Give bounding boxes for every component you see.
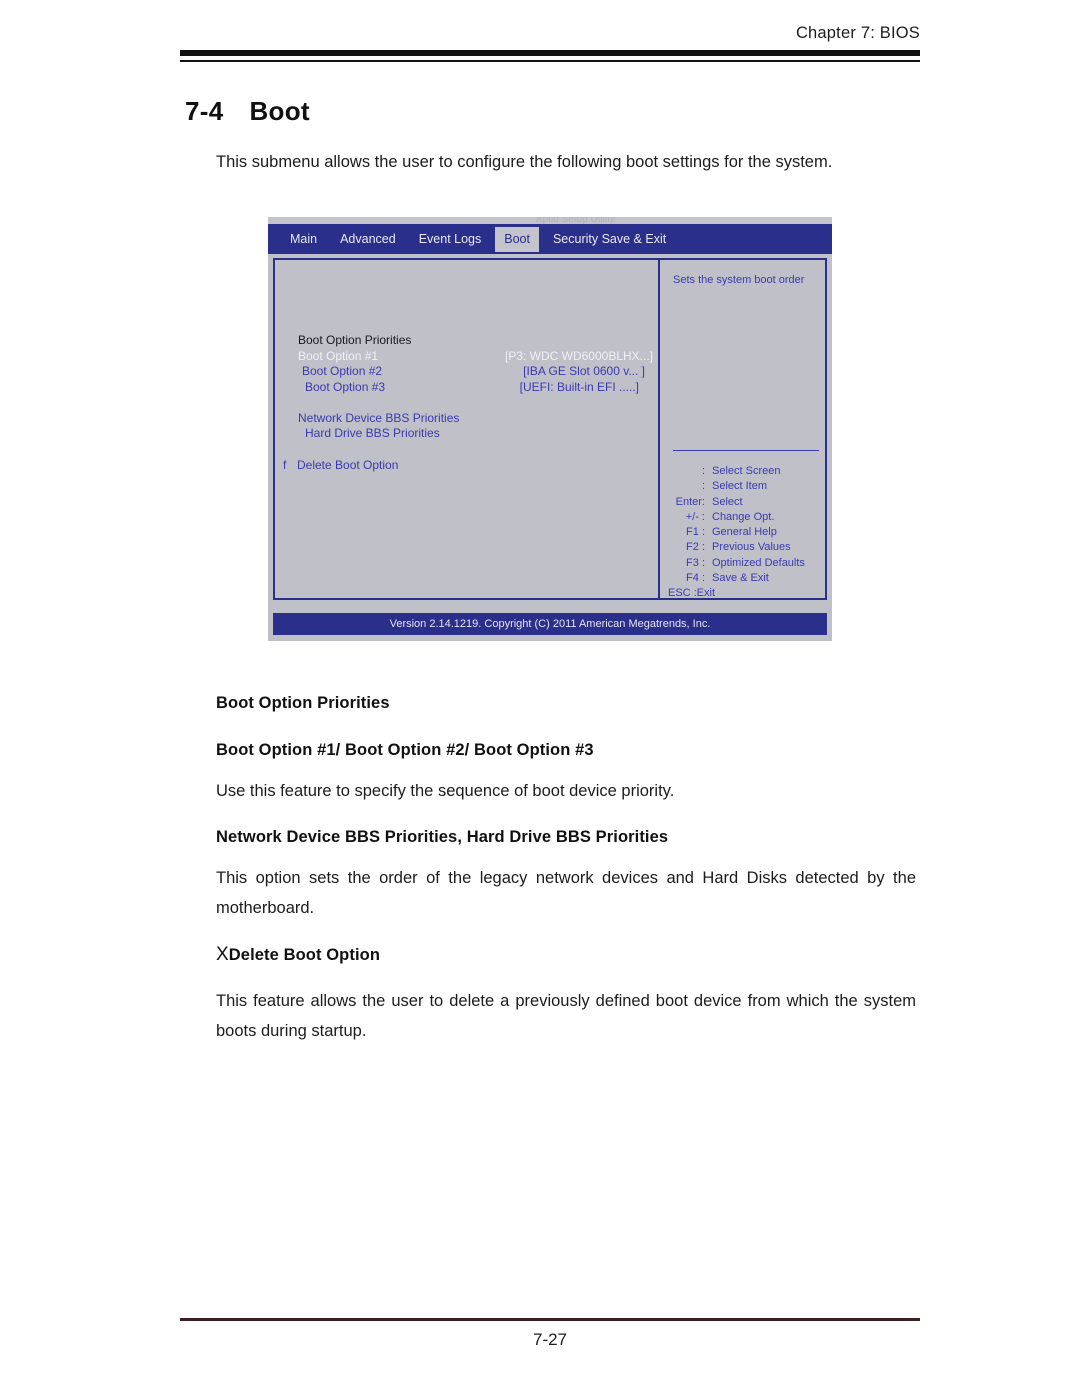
tab-main[interactable]: Main <box>281 228 326 250</box>
bullet-glyph-icon: X <box>216 944 229 965</box>
tab-event-logs[interactable]: Event Logs <box>410 228 491 250</box>
intro-paragraph: This submenu allows the user to configur… <box>216 153 833 171</box>
chapter-header: Chapter 7: BIOS <box>795 24 920 42</box>
heading-boot-option-priorities: Boot Option Priorities <box>216 694 390 712</box>
subheading-boot-options: Boot Option #1/ Boot Option #2/ Boot Opt… <box>216 741 594 759</box>
footer-rule <box>180 1318 920 1321</box>
delete-boot-option-item[interactable]: f Delete Boot Option <box>283 458 398 472</box>
key-row-f1: F1 : General Help <box>686 526 777 539</box>
help-divider <box>673 450 819 451</box>
section-number: 7-4 <box>185 96 224 126</box>
page-title: 7-4 Boot <box>185 96 310 127</box>
header-rule-thick <box>180 50 920 56</box>
boot-option-list: Boot Option Priorities Boot Option #1 [P… <box>298 333 653 442</box>
bios-menu-bar: Main Advanced Event Logs Boot Security S… <box>268 224 832 254</box>
bios-screenshot: Aptio Setup Utility Main Advanced Event … <box>268 217 832 641</box>
paragraph-bbs-priorities: This option sets the order of the legacy… <box>216 869 916 917</box>
bios-help-pane: Sets the system boot order : Select Scre… <box>660 260 825 599</box>
submenu-hard-drive-bbs[interactable]: Hard Drive BBS Priorities <box>298 426 653 442</box>
key-row-f4: F4 : Save & Exit <box>686 572 769 585</box>
bios-settings-pane: Boot Option Priorities Boot Option #1 [P… <box>275 260 660 598</box>
boot-option-row-1[interactable]: Boot Option #1 [P3: WDC WD6000BLHX...] <box>298 349 653 365</box>
key-row-select-screen: : Select Screen <box>701 465 781 477</box>
row-spacer <box>298 395 653 411</box>
paragraph-delete-boot-option: This feature allows the user to delete a… <box>216 992 916 1040</box>
key-row-select-item: : Select Item <box>701 480 768 493</box>
key-row-enter: Enter: Select <box>675 495 743 508</box>
key-row-f3: F3 : Optimized Defaults <box>686 556 805 569</box>
section-delete-boot-option: XDelete Boot Option This feature allows … <box>216 944 922 1046</box>
tab-security-save-exit[interactable]: Security Save & Exit <box>544 228 675 250</box>
bios-ghost-strip: Aptio Setup Utility <box>268 217 832 225</box>
boot-option-2-label: Boot Option #2 <box>302 364 383 378</box>
section-title-text: Boot <box>249 96 310 126</box>
paragraph-boot-options: Use this feature to specify the sequence… <box>216 782 675 800</box>
boot-option-3-value: [UEFI: Built-in EFI .....] <box>519 379 639 394</box>
boot-option-row-3[interactable]: Boot Option #3 [UEFI: Built-in EFI .....… <box>298 380 653 396</box>
boot-option-row-2[interactable]: Boot Option #2 [IBA GE Slot 0600 v... ] <box>298 364 653 380</box>
arrow-glyph-icon: f <box>283 458 287 472</box>
boot-option-2-value: [IBA GE Slot 0600 v... ] <box>523 364 645 378</box>
delete-boot-option-label: Delete Boot Option <box>297 458 399 472</box>
key-row-esc: ESC :Exit <box>668 587 716 600</box>
tab-boot[interactable]: Boot <box>495 226 539 252</box>
help-description: Sets the system boot order <box>673 274 805 286</box>
submenu-network-device-bbs[interactable]: Network Device BBS Priorities <box>298 411 653 427</box>
bios-version-footer: Version 2.14.1219. Copyright (C) 2011 Am… <box>273 613 827 635</box>
tab-advanced[interactable]: Advanced <box>331 228 405 250</box>
boot-option-1-label: Boot Option #1 <box>298 348 379 363</box>
key-row-plus-minus: +/- : Change Opt. <box>685 510 775 523</box>
heading-bbs-priorities: Network Device BBS Priorities, Hard Driv… <box>216 828 669 846</box>
boot-priorities-heading: Boot Option Priorities <box>298 333 412 347</box>
boot-option-1-value: [P3: WDC WD6000BLHX...] <box>504 348 653 363</box>
section-bbs-priorities: Network Device BBS Priorities, Hard Driv… <box>216 828 922 923</box>
heading-delete-boot-option-text: Delete Boot Option <box>228 946 380 964</box>
boot-option-3-label: Boot Option #3 <box>305 379 386 394</box>
header-rule-thin <box>180 60 920 62</box>
heading-delete-boot-option: XDelete Boot Option <box>216 944 922 966</box>
key-legend: : Select Screen : Select Item Enter: Sel… <box>668 464 826 602</box>
page-number: 7-27 <box>532 1330 568 1349</box>
bios-content-area: Boot Option Priorities Boot Option #1 [P… <box>273 258 827 600</box>
key-row-f2: F2 : Previous Values <box>686 541 791 554</box>
section-boot-option-priorities: Boot Option Priorities Boot Option #1/ B… <box>216 694 922 806</box>
